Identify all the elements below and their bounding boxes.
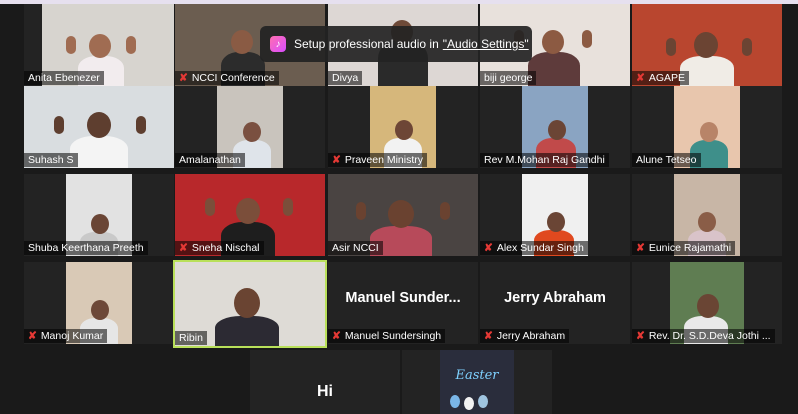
participant-name: ✘ Sneha Nischal xyxy=(175,241,264,255)
participant-name: Shuba Keerthana Preeth xyxy=(24,241,148,255)
participant-name: Anita Ebenezer xyxy=(24,71,104,85)
active-speaker-tile[interactable]: Ribin xyxy=(173,260,327,348)
participant-name: Divya xyxy=(328,71,363,85)
participant-tile[interactable]: Alune Tetseo xyxy=(632,86,782,168)
participant-tile[interactable]: ✘ Manoj Kumar xyxy=(24,262,174,344)
participant-name: Suhash S xyxy=(24,153,78,167)
participant-tile[interactable]: ✘ Rev. Dr. S.D.Deva Jothi ... xyxy=(632,262,782,344)
participant-name: Asir NCCI xyxy=(328,241,383,255)
participant-name: biji george xyxy=(480,71,537,85)
music-note-icon: ♪ xyxy=(270,36,286,52)
muted-mic-icon: ✘ xyxy=(484,242,493,254)
participant-name: ✘ AGAPE xyxy=(632,71,689,85)
toast-message: Setup professional audio in xyxy=(294,37,439,51)
participant-name: ✘ Jerry Abraham xyxy=(480,329,570,343)
participant-display-name: Hi xyxy=(317,383,333,400)
participant-tile[interactable]: ✘ Alex Sundar Singh xyxy=(480,174,630,256)
participant-display-name: Manuel Sunder... xyxy=(345,290,461,306)
participant-display-name: Jerry Abraham xyxy=(504,290,606,306)
participant-name: ✘ Alex Sundar Singh xyxy=(480,241,588,255)
participant-tile[interactable]: ✘ Praveen Ministry xyxy=(328,86,478,168)
participant-tile[interactable]: Suhash S xyxy=(24,86,174,168)
participant-tile[interactable]: Easter xyxy=(402,350,552,414)
audio-settings-link[interactable]: "Audio Settings" xyxy=(443,37,529,51)
muted-mic-icon: ✘ xyxy=(332,154,341,166)
participant-tile[interactable]: Asir NCCI xyxy=(328,174,478,256)
participant-name: ✘ NCCI Conference xyxy=(175,71,279,85)
participant-tile[interactable]: Shuba Keerthana Preeth xyxy=(24,174,174,256)
muted-mic-icon: ✘ xyxy=(179,242,188,254)
participant-name: Rev M.Mohan Raj Gandhi xyxy=(480,153,609,167)
muted-mic-icon: ✘ xyxy=(636,242,645,254)
participant-tile[interactable]: ✘ AGAPE xyxy=(632,4,782,86)
participant-name: ✘ Manuel Sundersingh xyxy=(328,329,446,343)
participant-tile[interactable]: Rev M.Mohan Raj Gandhi xyxy=(480,86,630,168)
participant-name: ✘ Rev. Dr. S.D.Deva Jothi ... xyxy=(632,329,775,343)
participant-tile[interactable]: ✘ Sneha Nischal xyxy=(175,174,325,256)
easter-image: Easter xyxy=(440,350,514,414)
participant-tile[interactable]: Hi xyxy=(250,350,400,414)
muted-mic-icon: ✘ xyxy=(636,72,645,84)
participant-tile[interactable]: Jerry Abraham ✘ Jerry Abraham xyxy=(480,262,630,344)
participant-name: ✘ Eunice Rajamathi xyxy=(632,241,736,255)
muted-mic-icon: ✘ xyxy=(636,330,645,342)
muted-mic-icon: ✘ xyxy=(332,330,341,342)
muted-mic-icon: ✘ xyxy=(179,72,188,84)
participant-tile[interactable]: Manuel Sunder... ✘ Manuel Sundersingh xyxy=(328,262,478,344)
participant-name: ✘ Praveen Ministry xyxy=(328,153,428,167)
participant-tile[interactable]: Amalanathan xyxy=(175,86,325,168)
participant-tile[interactable]: ✘ Eunice Rajamathi xyxy=(632,174,782,256)
participant-name: Alune Tetseo xyxy=(632,153,701,167)
easter-text: Easter xyxy=(455,368,499,383)
muted-mic-icon: ✘ xyxy=(484,330,493,342)
audio-settings-toast[interactable]: ♪ Setup professional audio in "Audio Set… xyxy=(260,26,532,62)
gallery-grid: Anita Ebenezer ✘ NCCI Conference Divya b… xyxy=(0,0,798,414)
participant-name: ✘ Manoj Kumar xyxy=(24,329,108,343)
participant-tile[interactable]: Anita Ebenezer xyxy=(24,4,174,86)
participant-name: Amalanathan xyxy=(175,153,245,167)
muted-mic-icon: ✘ xyxy=(28,330,37,342)
participant-name: Ribin xyxy=(175,331,207,345)
